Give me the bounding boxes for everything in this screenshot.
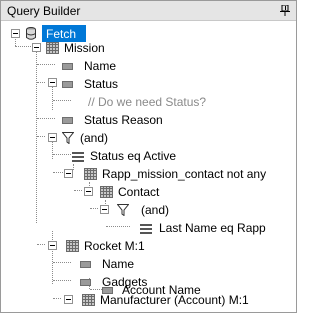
tree-node-condition-lastname[interactable]: Last Name eq Rapp bbox=[1, 219, 296, 237]
tree-node-rapp-link[interactable]: Rapp_mission_contact not any bbox=[1, 165, 296, 183]
collapse-toggle[interactable] bbox=[100, 205, 109, 214]
title-bar: Query Builder bbox=[1, 1, 296, 21]
tree-node-contact-and-filter[interactable]: (and) bbox=[1, 201, 296, 219]
node-label: (and) bbox=[141, 203, 170, 217]
node-label: (and) bbox=[80, 131, 109, 145]
tree-node-mission[interactable]: Mission bbox=[1, 39, 296, 57]
tree-node-status-reason[interactable]: Status Reason bbox=[1, 111, 296, 129]
collapse-toggle[interactable] bbox=[84, 187, 93, 196]
collapse-toggle[interactable] bbox=[64, 169, 73, 178]
node-label: Name bbox=[84, 59, 117, 73]
attribute-icon bbox=[80, 261, 91, 268]
node-label: Status eq Active bbox=[90, 149, 177, 163]
node-label: Account Name bbox=[122, 283, 201, 297]
node-label: Status bbox=[84, 77, 119, 91]
node-label: Status Reason bbox=[84, 113, 163, 127]
link-entity-icon bbox=[84, 168, 97, 180]
comment-label: // Do we need Status? bbox=[88, 95, 207, 109]
tree-node-comment[interactable]: // Do we need Status? bbox=[1, 93, 296, 111]
tree-node-condition-status[interactable]: Status eq Active bbox=[1, 147, 296, 165]
tree-node-rocket[interactable]: Rocket M:1 bbox=[1, 237, 296, 255]
query-tree[interactable]: Fetch Mission Name Status // Do we need … bbox=[1, 21, 296, 312]
tree-node-account-name[interactable]: Account Name bbox=[1, 281, 296, 299]
node-label: Contact bbox=[118, 185, 160, 199]
attribute-icon bbox=[62, 117, 73, 124]
filter-icon bbox=[62, 132, 74, 144]
attribute-icon bbox=[62, 63, 73, 70]
attribute-icon bbox=[102, 287, 113, 294]
entity-icon bbox=[100, 186, 113, 198]
node-label: Name bbox=[102, 257, 135, 271]
node-label: Mission bbox=[64, 41, 105, 55]
filter-icon bbox=[117, 204, 129, 216]
node-label: Rocket M:1 bbox=[84, 239, 145, 253]
collapse-toggle[interactable] bbox=[48, 78, 57, 87]
collapse-toggle[interactable] bbox=[32, 43, 41, 52]
tree-node-rocket-name[interactable]: Name bbox=[1, 255, 296, 273]
panel-title: Query Builder bbox=[7, 4, 81, 18]
node-label: Rapp_mission_contact not any bbox=[102, 167, 267, 181]
tree-node-name[interactable]: Name bbox=[1, 57, 296, 75]
query-builder-panel: Query Builder Fetch Mission Name Status … bbox=[0, 0, 297, 313]
tree-node-status[interactable]: Status bbox=[1, 75, 296, 93]
condition-icon bbox=[140, 224, 152, 234]
collapse-toggle[interactable] bbox=[48, 241, 57, 250]
attribute-icon bbox=[62, 81, 73, 88]
collapse-toggle[interactable] bbox=[48, 133, 57, 142]
entity-icon bbox=[46, 42, 59, 54]
tree-node-and-filter[interactable]: (and) bbox=[1, 129, 296, 147]
tree-node-contact[interactable]: Contact bbox=[1, 183, 296, 201]
link-entity-icon bbox=[66, 240, 79, 252]
condition-icon bbox=[72, 152, 84, 162]
pin-icon[interactable] bbox=[280, 5, 290, 16]
node-label: Last Name eq Rapp bbox=[159, 221, 266, 235]
collapse-toggle[interactable] bbox=[11, 29, 20, 38]
